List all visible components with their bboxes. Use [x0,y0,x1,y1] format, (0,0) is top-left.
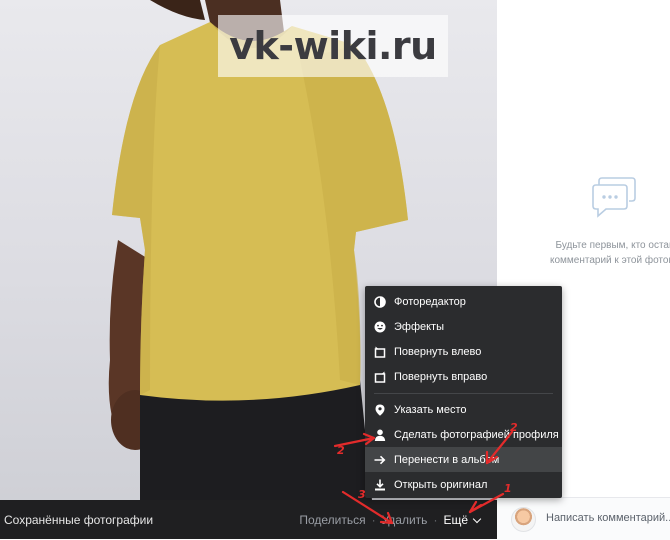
menu-item-rotate-left[interactable]: Повернуть влево [365,339,562,364]
comments-empty-icon [592,177,636,218]
menu-item-move-to-album[interactable]: Перенести в альбом [365,447,562,472]
comments-empty-line: Будьте первым, кто оставит [555,240,670,251]
smile-icon [374,321,386,333]
avatar [511,507,536,532]
photo-bottom-bar: Сохранённые фотографии Поделиться · Удал… [0,500,497,539]
menu-item-set-location[interactable]: Указать место [365,397,562,422]
menu-item-label: Фоторедактор [394,295,466,308]
menu-item-label: Указать место [394,403,467,416]
download-icon [374,479,386,491]
menu-item-label: Сделать фотографией профиля [394,428,559,441]
user-icon [374,429,386,441]
menu-divider [374,393,553,394]
menu-item-set-profile-photo[interactable]: Сделать фотографией профиля [365,422,562,447]
arrow-right-icon [374,454,386,466]
separator-dot: · [371,513,376,527]
menu-item-photo-editor[interactable]: Фоторедактор [365,289,562,314]
location-pin-icon [374,404,386,416]
menu-item-rotate-right[interactable]: Повернуть вправо [365,364,562,389]
comments-empty-line: комментарий к этой фотографии [550,255,670,266]
delete-button[interactable]: Удалить [382,513,428,527]
contrast-icon [374,295,386,308]
menu-item-label: Эффекты [394,320,445,333]
menu-item-open-original[interactable]: Открыть оригинал [365,472,562,497]
menu-item-label: Перенести в альбом [394,453,500,466]
comment-box: Написать комментарий... [497,497,670,540]
menu-item-label: Открыть оригинал [394,478,488,491]
more-actions-menu: Фоторедактор Эффекты Повернуть влево Пов… [365,286,562,498]
photo-actions: Поделиться · Удалить · Ещё [299,513,482,527]
chevron-down-icon [472,514,482,524]
menu-item-effects[interactable]: Эффекты [365,314,562,339]
album-title-link[interactable]: Сохранённые фотографии [4,513,153,527]
comments-empty-text: Будьте первым, кто оставит комментарий к… [550,238,670,268]
menu-item-label: Повернуть влево [394,345,482,358]
separator-dot: · [433,513,438,527]
comment-input[interactable]: Написать комментарий... [546,512,670,524]
rotate-right-icon [374,371,386,383]
share-button[interactable]: Поделиться [299,513,365,527]
more-button[interactable]: Ещё [443,513,482,527]
rotate-left-icon [374,346,386,358]
watermark: vk-wiki.ru [218,15,448,77]
menu-item-label: Повернуть вправо [394,370,488,383]
more-button-label: Ещё [443,513,468,527]
